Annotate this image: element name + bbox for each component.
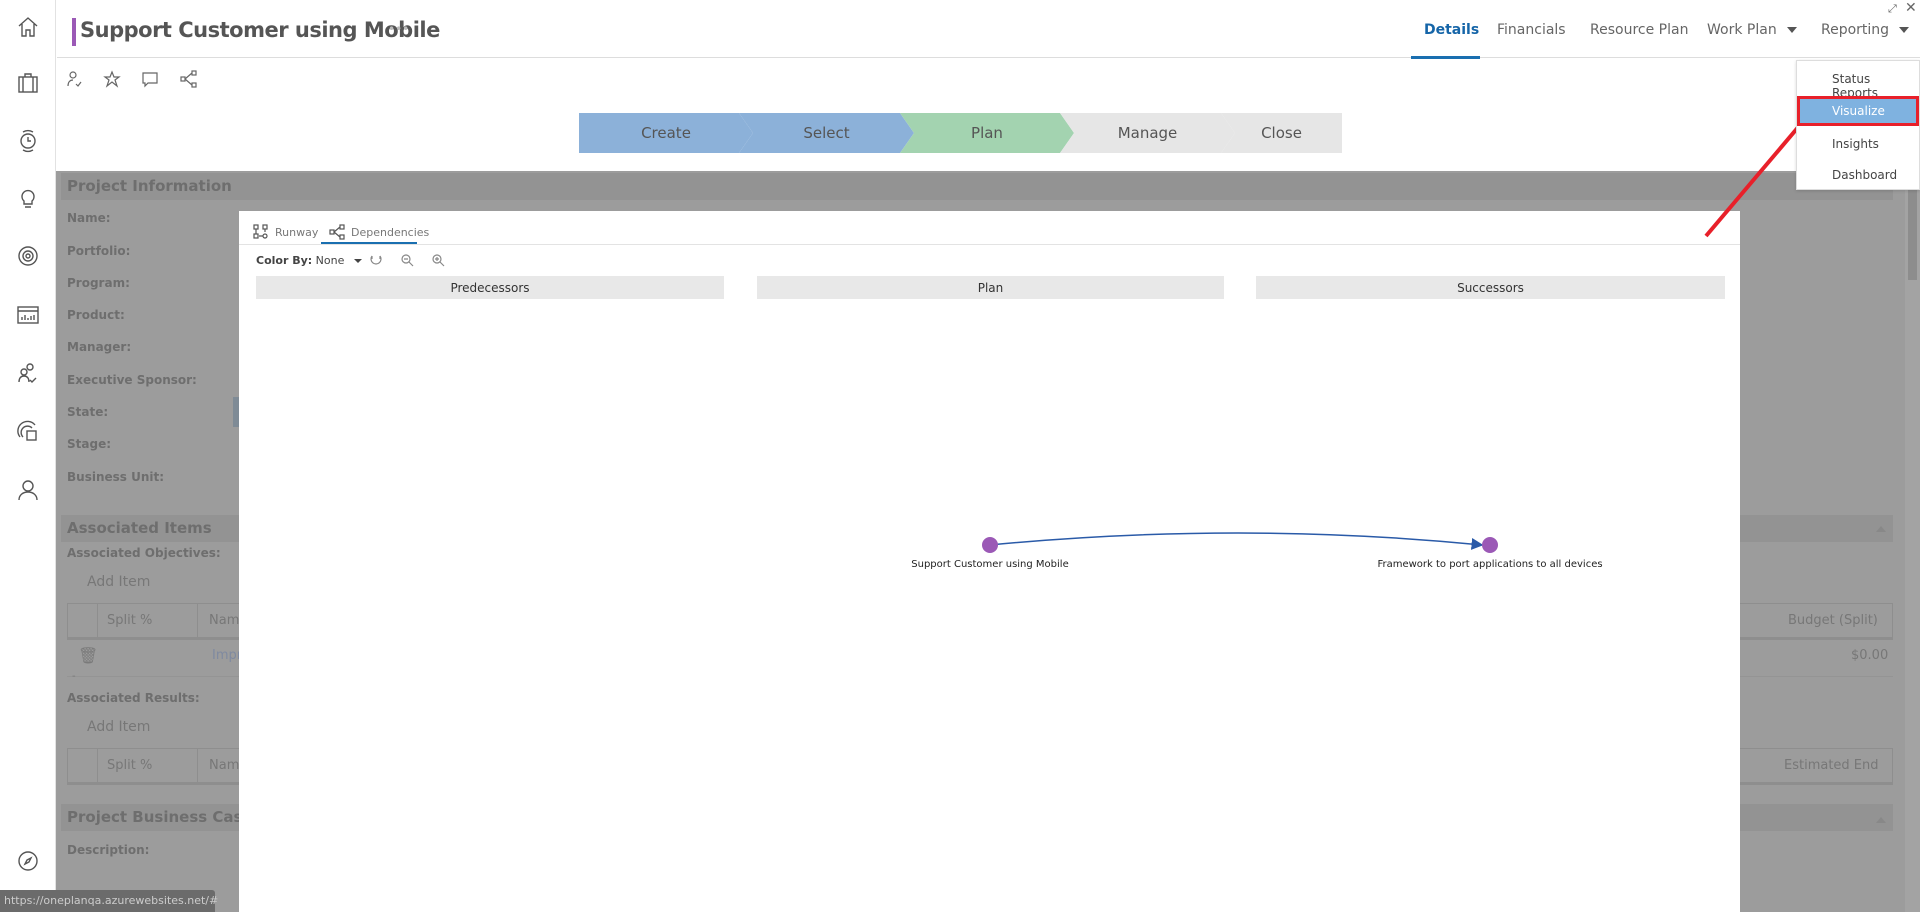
timesheet-icon[interactable] <box>14 127 42 155</box>
tab-label: Reporting <box>1821 22 1890 38</box>
report-icon[interactable] <box>14 417 42 445</box>
field-label: Product: <box>67 308 125 322</box>
field-label: Program: <box>67 276 130 290</box>
stage-select[interactable]: Select <box>739 113 914 153</box>
tab-label: Work Plan <box>1707 22 1777 38</box>
description-label: Description: <box>67 843 150 857</box>
close-icon[interactable]: ✕ <box>1905 0 1917 16</box>
status-url: https://oneplanqa.azurewebsites.net/# <box>0 890 218 912</box>
collapse-icon[interactable] <box>1876 526 1886 532</box>
stage-close[interactable]: Close <box>1221 113 1342 153</box>
objective-name[interactable]: Impr <box>212 648 242 663</box>
section-project-information[interactable]: Project Information <box>61 173 1893 200</box>
team-icon[interactable] <box>14 359 42 387</box>
associated-results-label: Associated Results: <box>67 691 200 705</box>
field-label: State: <box>67 405 109 419</box>
reporting-dropdown: Status Reports Visualize Insights Dashbo… <box>1796 60 1920 190</box>
page-title: Support Customer using Mobile <box>80 18 440 42</box>
field-label: Portfolio: <box>67 244 131 258</box>
active-tab-indicator <box>1411 56 1480 59</box>
user-icon[interactable] <box>14 476 42 504</box>
chevron-down-icon <box>1899 27 1910 33</box>
column-split: Split % <box>107 758 153 773</box>
graph-node-successor[interactable] <box>1482 537 1498 553</box>
associated-objectives-label: Associated Objectives: <box>67 546 221 560</box>
field-label: Business Unit: <box>67 470 165 484</box>
node-label: Framework to port applications to all de… <box>1377 559 1603 570</box>
assign-user-icon[interactable] <box>65 70 85 90</box>
stage-create[interactable]: Create <box>579 113 753 153</box>
field-label: Stage: <box>67 437 112 451</box>
column-estimated-end: Estimated End <box>1784 758 1879 773</box>
menu-item-insights[interactable]: Insights <box>1797 129 1919 159</box>
target-icon[interactable] <box>14 242 42 270</box>
tab-details[interactable]: Details <box>1424 22 1479 38</box>
tab-reporting[interactable]: Reporting <box>1821 22 1910 38</box>
scrollbar-thumb[interactable] <box>1908 180 1917 280</box>
menu-item-dashboard[interactable]: Dashboard <box>1797 160 1919 190</box>
tab-resource-plan[interactable]: Resource Plan <box>1590 22 1688 38</box>
star-icon[interactable] <box>103 70 123 90</box>
dependency-edge[interactable] <box>989 532 1484 550</box>
menu-item-status-reports[interactable]: Status Reports <box>1797 64 1919 100</box>
budget-value: $0.00 <box>1851 648 1889 663</box>
collapse-icon[interactable] <box>1876 817 1886 823</box>
sidebar <box>0 0 56 912</box>
more-options-button[interactable]: ••• <box>388 22 409 36</box>
menu-item-visualize[interactable]: Visualize <box>1797 96 1919 126</box>
visualize-modal: Runway Dependencies Color By: None Prede… <box>239 211 1740 912</box>
stage-plan[interactable]: Plan <box>900 113 1074 153</box>
chart-icon[interactable] <box>14 301 42 329</box>
expand-icon[interactable]: ⤢ <box>1888 2 1897 16</box>
chevron-down-icon <box>1786 27 1797 33</box>
graph-node-current[interactable] <box>982 537 998 553</box>
stage-manage[interactable]: Manage <box>1060 113 1235 153</box>
home-icon[interactable] <box>14 13 42 41</box>
compass-icon[interactable] <box>14 847 42 875</box>
briefcase-icon[interactable] <box>14 69 42 97</box>
lightbulb-icon[interactable] <box>14 184 42 212</box>
trash-icon[interactable]: 🗑 <box>78 646 98 665</box>
title-accent <box>72 18 76 46</box>
tab-work-plan[interactable]: Work Plan <box>1707 22 1797 38</box>
add-result-button[interactable]: Add Item <box>87 719 150 735</box>
add-objective-button[interactable]: Add Item <box>87 574 150 590</box>
tab-financials[interactable]: Financials <box>1497 22 1566 38</box>
share-icon[interactable] <box>180 70 200 90</box>
scrollbar[interactable] <box>1905 171 1920 912</box>
node-label: Support Customer using Mobile <box>911 559 1069 570</box>
comment-icon[interactable] <box>141 70 161 90</box>
dash: - <box>72 671 76 682</box>
field-label: Manager: <box>67 340 132 354</box>
column-split: Split % <box>107 613 153 628</box>
field-label: Name: <box>67 211 111 225</box>
column-budget: Budget (Split) <box>1788 613 1878 628</box>
field-label: Executive Sponsor: <box>67 373 197 387</box>
